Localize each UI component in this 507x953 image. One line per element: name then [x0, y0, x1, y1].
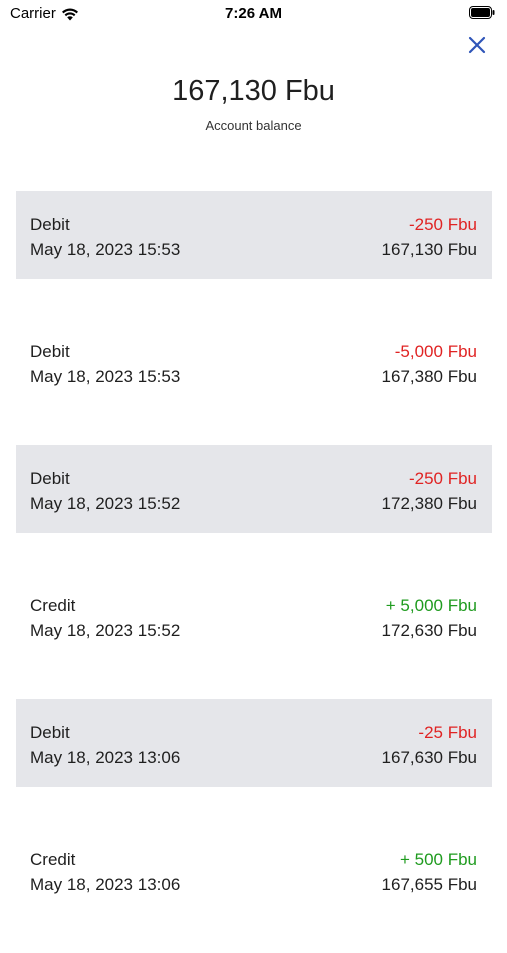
transaction-list: Debit May 18, 2023 15:53 -250 Fbu 167,13…	[16, 191, 492, 953]
transaction-type: Debit	[30, 469, 70, 488]
account-balance-amount: 167,130 Fbu	[172, 75, 335, 107]
transaction-date: May 18, 2023 13:06	[30, 748, 181, 767]
transaction-running-balance: 172,380 Fbu	[381, 494, 477, 513]
transaction-type: Debit	[30, 723, 70, 742]
transaction-amount: + 500 Fbu	[399, 850, 477, 869]
transaction-date: May 18, 2023 15:53	[30, 367, 181, 386]
transaction-date: May 18, 2023 15:53	[30, 240, 181, 259]
close-icon[interactable]	[465, 33, 489, 57]
status-time: 7:26 AM	[225, 5, 282, 22]
transaction-row[interactable]: Credit May 18, 2023 13:06 + 500 Fbu 167,…	[16, 826, 492, 914]
account-balance-label: Account balance	[205, 118, 302, 133]
transaction-running-balance: 167,130 Fbu	[381, 240, 477, 259]
transaction-running-balance: 172,630 Fbu	[381, 621, 477, 640]
transaction-type: Debit	[30, 342, 70, 361]
battery-icon	[469, 6, 495, 19]
transaction-amount: -250 Fbu	[408, 215, 477, 234]
transaction-amount: -5,000 Fbu	[394, 342, 477, 361]
transaction-date: May 18, 2023 15:52	[30, 494, 181, 513]
transaction-date: May 18, 2023 15:52	[30, 621, 181, 640]
transaction-amount: + 5,000 Fbu	[385, 596, 477, 615]
transaction-row[interactable]: Debit May 18, 2023 15:52 -250 Fbu 172,38…	[16, 445, 492, 533]
transaction-type: Credit	[30, 850, 76, 869]
transaction-type: Credit	[30, 596, 76, 615]
transaction-row[interactable]: Debit May 18, 2023 15:53 -5,000 Fbu 167,…	[16, 318, 492, 406]
transaction-amount: -25 Fbu	[418, 723, 477, 742]
transaction-row[interactable]: Credit May 18, 2023 15:52 + 5,000 Fbu 17…	[16, 572, 492, 660]
transaction-date: May 18, 2023 13:06	[30, 875, 181, 894]
transaction-type: Debit	[30, 215, 70, 234]
transaction-row[interactable]: Debit May 18, 2023 15:53 -250 Fbu 167,13…	[16, 191, 492, 279]
transaction-amount: -250 Fbu	[408, 469, 477, 488]
status-bar: Carrier 7:26 AM	[0, 0, 507, 28]
transaction-running-balance: 167,655 Fbu	[381, 875, 477, 894]
transaction-row[interactable]: Debit May 18, 2023 13:06 -25 Fbu 167,630…	[16, 699, 492, 787]
transaction-running-balance: 167,380 Fbu	[381, 367, 477, 386]
transaction-running-balance: 167,630 Fbu	[381, 748, 477, 767]
